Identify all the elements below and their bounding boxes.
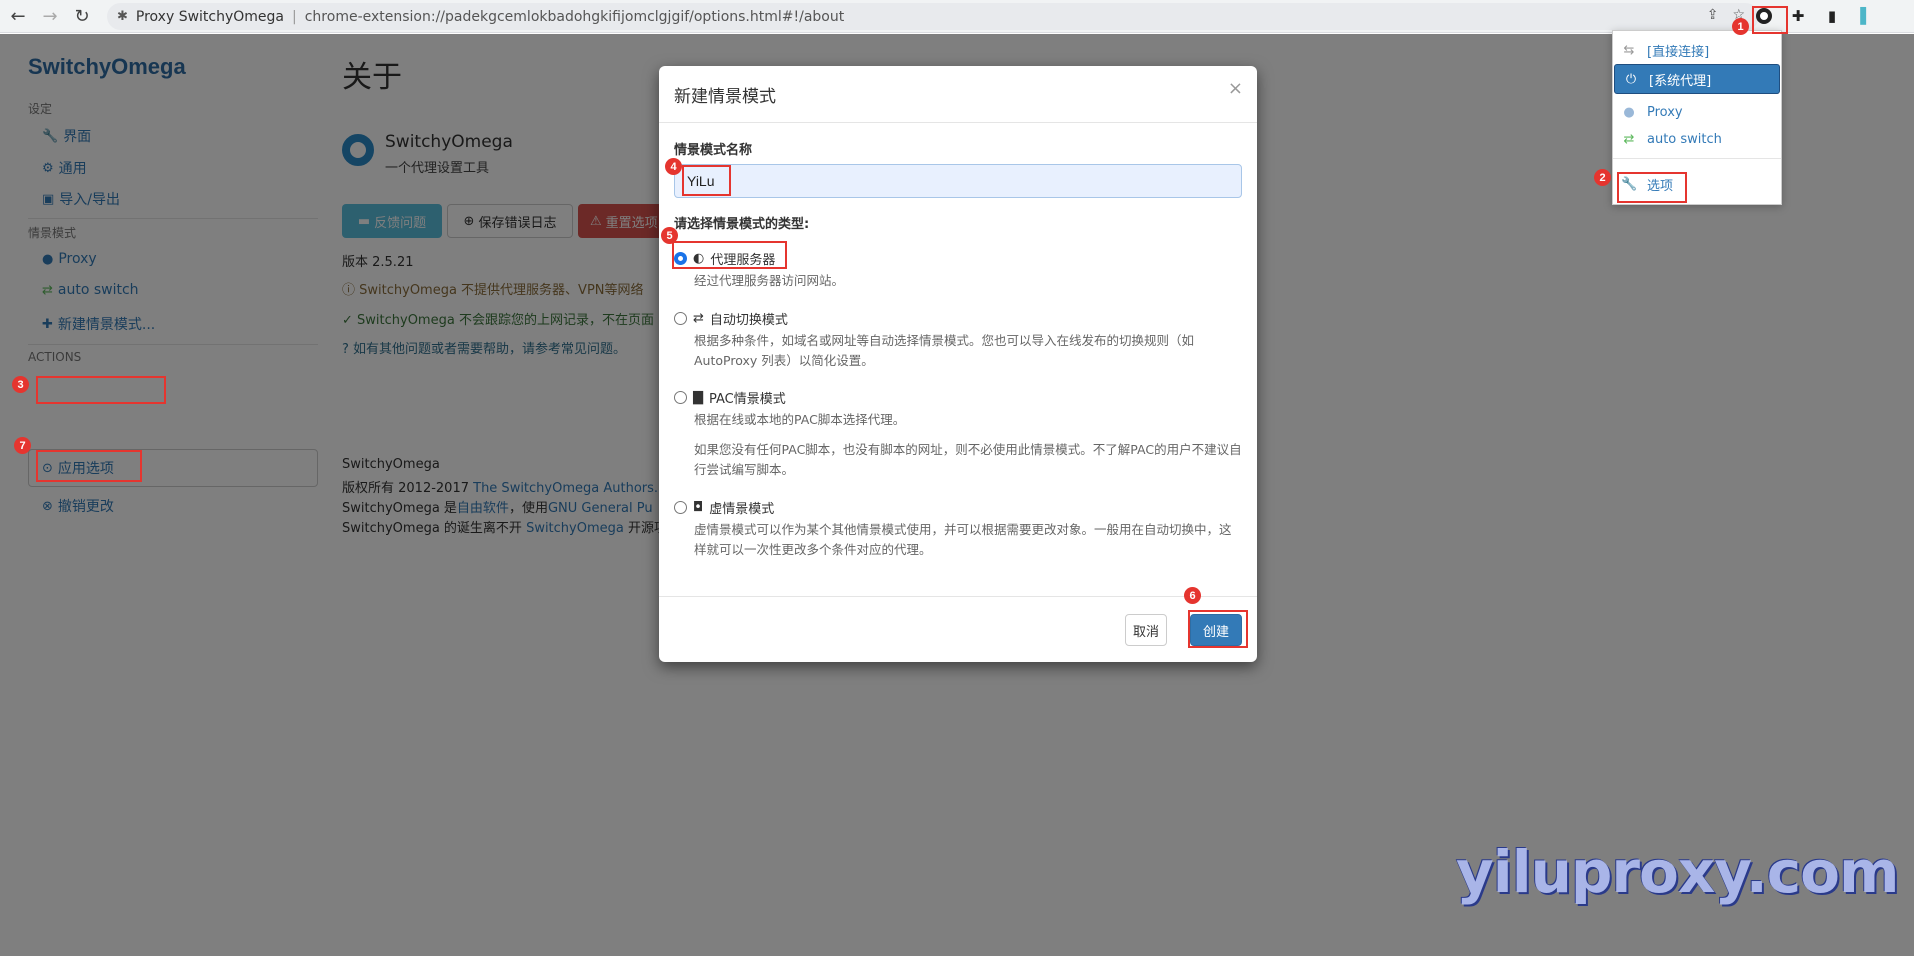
- step-badge-1: 1: [1732, 18, 1749, 35]
- switch-arrows-icon: ⇄: [693, 311, 704, 326]
- pac-radio[interactable]: [674, 391, 687, 404]
- step-badge-7: 7: [14, 437, 31, 454]
- option-pac[interactable]: ▇ PAC情景模式: [674, 388, 786, 407]
- proxy-server-description: 经过代理服务器访问网站。: [694, 273, 845, 288]
- step-badge-4: 4: [665, 158, 682, 175]
- step-badge-3: 3: [12, 376, 29, 393]
- step-badge-2: 2: [1594, 169, 1611, 186]
- dialog-header-divider: [659, 122, 1257, 123]
- highlight-create-button: [1188, 610, 1248, 648]
- step-badge-6: 6: [1184, 587, 1201, 604]
- profile-type-label: 请选择情景模式的类型:: [674, 217, 810, 232]
- url-separator: |: [292, 8, 297, 25]
- file-icon: ▇: [693, 390, 703, 405]
- popup-item-auto-switch[interactable]: ⇄ auto switch: [1613, 124, 1781, 154]
- popup-divider: [1613, 158, 1781, 159]
- highlight-proxy-server-option: [672, 241, 787, 269]
- virtual-radio[interactable]: [674, 501, 687, 514]
- new-profile-dialog: 新建情景模式 × 情景模式名称 请选择情景模式的类型: ◐代理服务器 经过代理服…: [659, 66, 1257, 662]
- address-bar[interactable]: ✱ Proxy SwitchyOmega | chrome-extension:…: [107, 3, 1759, 30]
- switch-arrows-icon: ⇄: [1623, 131, 1635, 147]
- virtual-profile-icon: ◘: [693, 500, 704, 515]
- pac-description: 根据在线或本地的PAC脚本选择代理。: [694, 412, 906, 427]
- url-text: chrome-extension://padekgcemlokbadohgkif…: [304, 8, 845, 25]
- highlight-options-item: [1617, 172, 1687, 203]
- close-icon[interactable]: ×: [1228, 78, 1243, 99]
- highlight-extension-icon: [1752, 6, 1788, 34]
- profile-name-label: 情景模式名称: [674, 143, 753, 158]
- share-icon[interactable]: ⇪: [1707, 7, 1719, 23]
- popup-item-direct[interactable]: ⇆ [直接连接]: [1613, 35, 1781, 65]
- step-badge-5: 5: [661, 227, 678, 244]
- highlight-name-input: [682, 165, 731, 196]
- extensions-puzzle-icon[interactable]: ✚: [1786, 4, 1810, 28]
- profile-name-input[interactable]: [674, 164, 1242, 198]
- profile-avatar-icon[interactable]: ▌: [1854, 4, 1878, 28]
- pac-description-note: 如果您没有任何PAC脚本，也没有脚本的网址，则不必使用此情景模式。不了解PAC的…: [694, 442, 1242, 477]
- watermark-text: yiluproxy.com: [1456, 838, 1899, 906]
- extension-icon: ✱: [117, 9, 128, 24]
- reload-icon[interactable]: ↻: [68, 2, 96, 30]
- virtual-description: 虚情景模式可以作为某个其他情景模式使用，并可以根据需要更改对象。一般用在自动切换…: [694, 522, 1232, 557]
- popup-item-proxy[interactable]: ● Proxy: [1613, 97, 1781, 127]
- cancel-button[interactable]: 取消: [1125, 614, 1167, 646]
- auto-switch-radio[interactable]: [674, 312, 687, 325]
- option-auto-switch[interactable]: ⇄ 自动切换模式: [674, 309, 788, 328]
- side-panel-icon[interactable]: ▮: [1820, 4, 1844, 28]
- auto-switch-description: 根据多种条件，如域名或网址等自动选择情景模式。您也可以导入在线发布的切换规则（如…: [694, 333, 1195, 368]
- browser-toolbar: ← → ↻ ✱ Proxy SwitchyOmega | chrome-exte…: [0, 0, 1914, 33]
- highlight-new-profile: [36, 376, 166, 404]
- globe-icon: ●: [1623, 104, 1635, 120]
- direct-arrows-icon: ⇆: [1623, 42, 1635, 58]
- dialog-footer-divider: [659, 596, 1257, 597]
- back-icon[interactable]: ←: [4, 2, 32, 30]
- dialog-title: 新建情景模式: [674, 87, 776, 107]
- popup-item-system-proxy[interactable]: ⏻ [系统代理]: [1614, 64, 1780, 94]
- option-virtual[interactable]: ◘ 虚情景模式: [674, 498, 774, 517]
- power-icon: ⏻: [1625, 71, 1637, 87]
- tab-title: Proxy SwitchyOmega: [135, 8, 285, 25]
- forward-icon[interactable]: →: [36, 2, 64, 30]
- highlight-apply-options: [36, 450, 142, 482]
